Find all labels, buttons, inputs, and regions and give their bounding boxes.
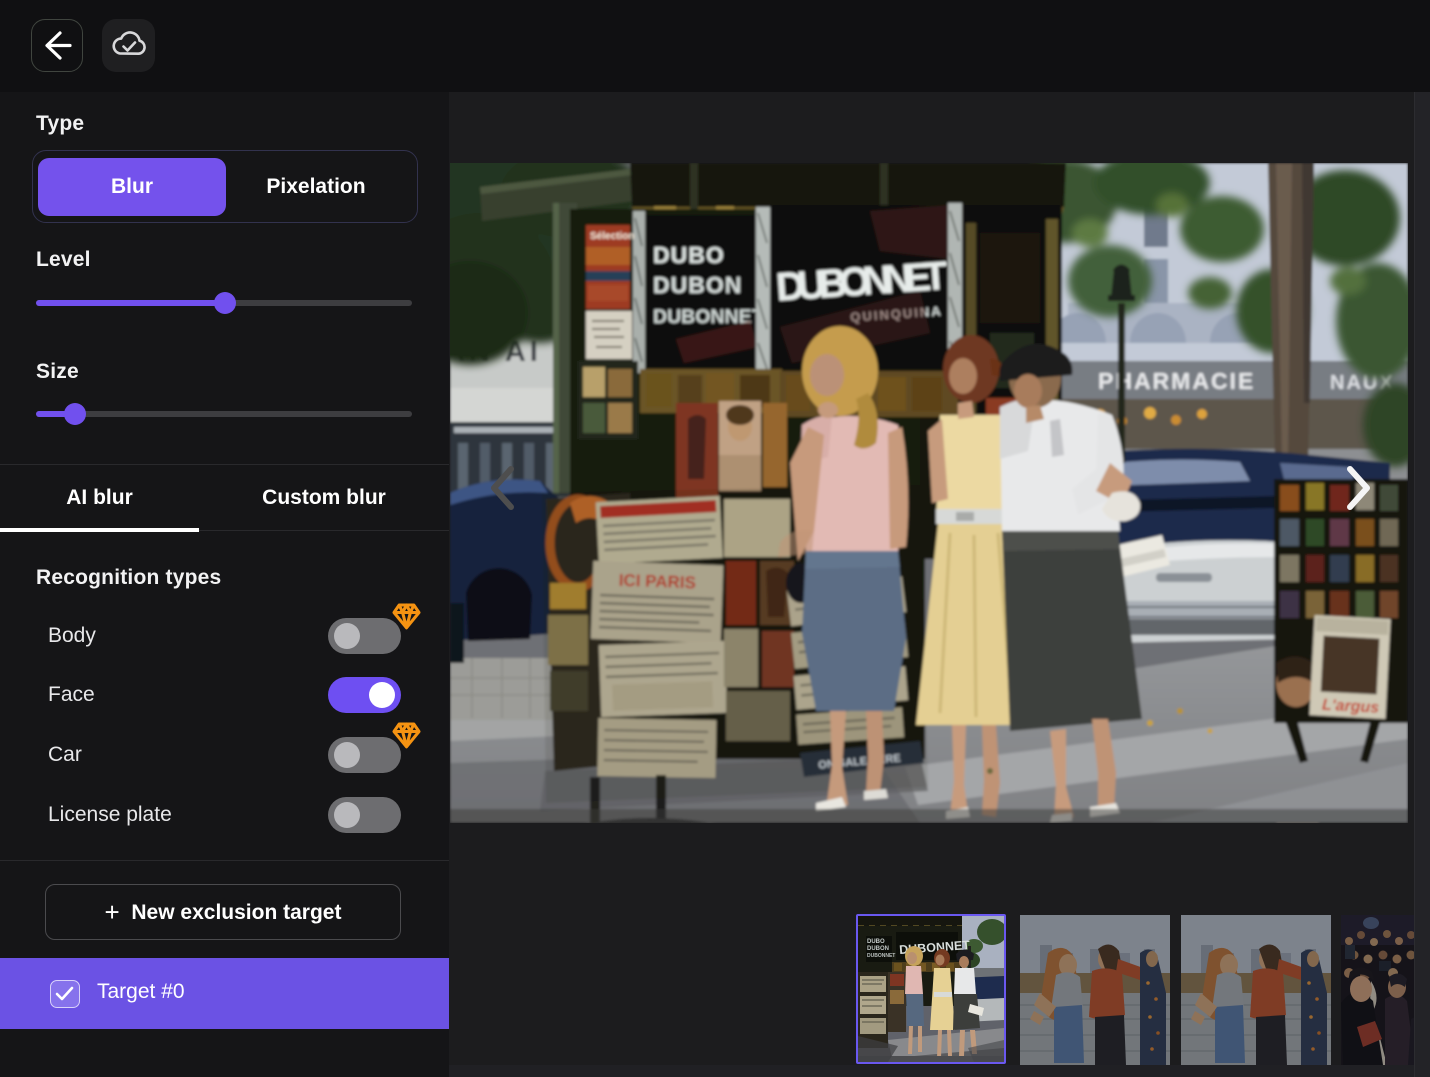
svg-text:DUBON: DUBON — [867, 946, 889, 952]
svg-text:DUBO: DUBO — [867, 939, 885, 945]
svg-text:DUBO: DUBO — [653, 242, 725, 268]
svg-text:Sélection: Sélection — [590, 231, 634, 242]
svg-text:L'argus: L'argus — [1322, 697, 1380, 717]
svg-text:DUBONNET: DUBONNET — [867, 953, 895, 959]
svg-text:DUBON: DUBON — [653, 272, 742, 298]
